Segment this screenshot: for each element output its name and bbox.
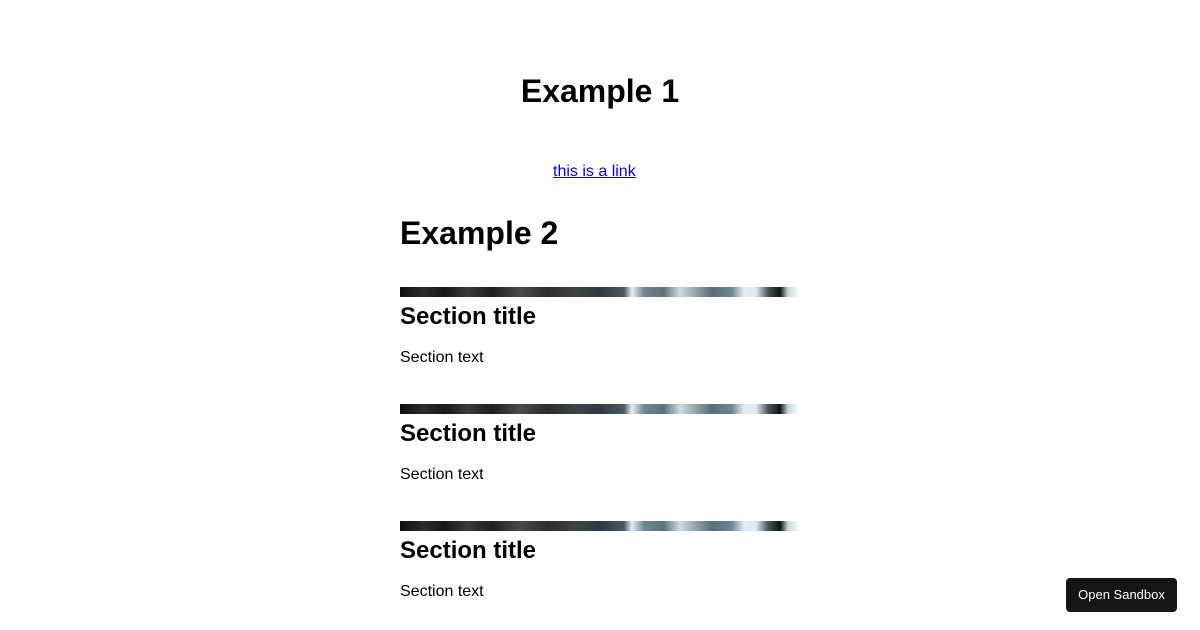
section-card: Section title Section text (400, 287, 800, 367)
section-image (400, 287, 800, 297)
section-title: Section title (400, 420, 537, 447)
section-text: Section text (400, 349, 484, 366)
section-text: Section text (400, 583, 484, 600)
example-2-container: Example 2 Section title Section text Sec… (400, 214, 800, 600)
section-title: Section title (400, 537, 537, 564)
section-image (400, 521, 800, 531)
section-image (400, 404, 800, 414)
page: Example 1 this is a link Example 2 Secti… (0, 0, 1200, 630)
section-text: Section text (400, 466, 484, 483)
open-sandbox-button[interactable]: Open Sandbox (1066, 578, 1177, 612)
example-2-title: Example 2 (400, 215, 559, 251)
section-title: Section title (400, 303, 537, 330)
section-card: Section title Section text (400, 404, 800, 484)
example-link[interactable]: this is a link (553, 163, 636, 181)
section-card: Section title Section text (400, 521, 800, 601)
example-1-title: Example 1 (520, 73, 680, 109)
